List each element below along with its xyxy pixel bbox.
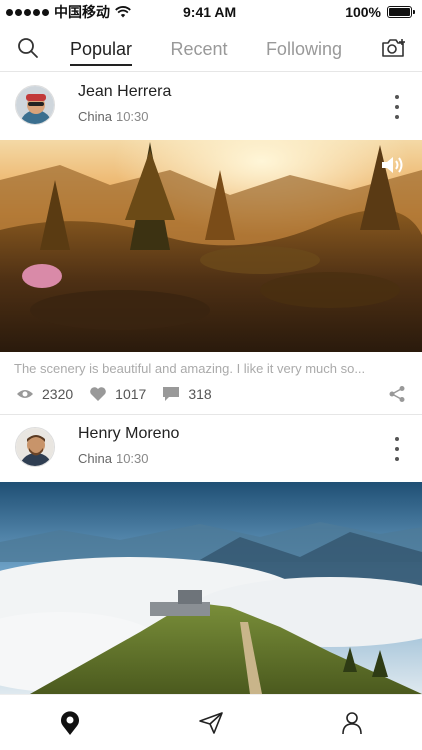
comments-count: 318 bbox=[188, 386, 212, 402]
post-stats: 2320 1017 318 bbox=[0, 381, 422, 407]
post-header: Henry Moreno China 10:30 bbox=[0, 415, 422, 481]
tab-popular[interactable]: Popular bbox=[70, 26, 133, 72]
more-options-button[interactable] bbox=[392, 95, 402, 119]
post-time: 10:30 bbox=[115, 109, 149, 124]
signal-icon bbox=[6, 8, 49, 16]
likes-count: 1017 bbox=[115, 386, 147, 402]
more-dot bbox=[395, 437, 399, 441]
tab-send[interactable] bbox=[196, 708, 226, 738]
share-icon bbox=[389, 386, 405, 402]
status-left: 中国移动 bbox=[6, 2, 131, 22]
camera-button[interactable] bbox=[380, 36, 408, 60]
tab-profile[interactable] bbox=[337, 708, 367, 738]
tab-home[interactable] bbox=[55, 708, 85, 738]
heart-icon bbox=[90, 387, 106, 401]
post-media[interactable] bbox=[0, 482, 422, 694]
avatar[interactable] bbox=[15, 85, 55, 125]
post-card: Jean Herrera China 10:30 The scenery is … bbox=[0, 73, 422, 415]
status-bar: 中国移动 9:41 AM 100% bbox=[0, 0, 422, 24]
post-time: 10:30 bbox=[115, 451, 149, 466]
post-header: Jean Herrera China 10:30 bbox=[0, 73, 422, 139]
more-dot bbox=[395, 105, 399, 109]
eye-icon bbox=[17, 390, 33, 398]
carrier-label: 中国移动 bbox=[54, 4, 110, 20]
author-name[interactable]: Jean Herrera bbox=[78, 83, 171, 101]
author-name[interactable]: Henry Moreno bbox=[78, 425, 179, 443]
tab-following[interactable]: Following bbox=[266, 26, 342, 72]
post-caption[interactable]: The scenery is beautiful and amazing. I … bbox=[14, 361, 406, 376]
battery-label: 100% bbox=[345, 4, 381, 20]
likes-stat[interactable]: 1017 bbox=[89, 386, 146, 402]
comments-stat[interactable]: 318 bbox=[162, 386, 212, 402]
landscape-image bbox=[0, 140, 422, 352]
views-count: 2320 bbox=[42, 386, 74, 402]
top-nav: Popular Recent Following bbox=[0, 26, 422, 72]
more-dot bbox=[395, 95, 399, 99]
camera-add-icon bbox=[382, 39, 405, 57]
mountain-image bbox=[0, 482, 422, 694]
post-media[interactable] bbox=[0, 140, 422, 352]
avatar-image bbox=[16, 428, 54, 466]
tab-recent[interactable]: Recent bbox=[170, 26, 227, 72]
share-button[interactable] bbox=[388, 385, 406, 406]
feed-tabs: Popular Recent Following bbox=[52, 26, 360, 72]
post-meta: China 10:30 bbox=[78, 451, 149, 466]
more-dot bbox=[395, 115, 399, 119]
more-options-button[interactable] bbox=[392, 437, 402, 461]
search-button[interactable] bbox=[16, 36, 40, 60]
more-dot bbox=[395, 457, 399, 461]
post-location: China bbox=[78, 451, 112, 466]
bottom-tab-bar bbox=[0, 694, 422, 750]
more-dot bbox=[395, 447, 399, 451]
post-location: China bbox=[78, 109, 112, 124]
post-meta: China 10:30 bbox=[78, 109, 149, 124]
avatar[interactable] bbox=[15, 427, 55, 467]
status-right: 100% bbox=[345, 4, 415, 20]
location-pin-icon bbox=[61, 710, 80, 735]
avatar-image bbox=[16, 86, 54, 124]
clock: 9:41 AM bbox=[183, 4, 237, 20]
send-icon bbox=[199, 711, 223, 734]
comment-icon bbox=[163, 387, 180, 401]
battery-icon bbox=[387, 6, 415, 18]
post-card: Henry Moreno China 10:30 bbox=[0, 415, 422, 695]
profile-icon bbox=[341, 711, 362, 734]
wifi-icon bbox=[115, 6, 131, 18]
views-stat: 2320 bbox=[16, 386, 73, 402]
speaker-icon[interactable] bbox=[380, 154, 406, 176]
search-icon bbox=[18, 38, 38, 58]
